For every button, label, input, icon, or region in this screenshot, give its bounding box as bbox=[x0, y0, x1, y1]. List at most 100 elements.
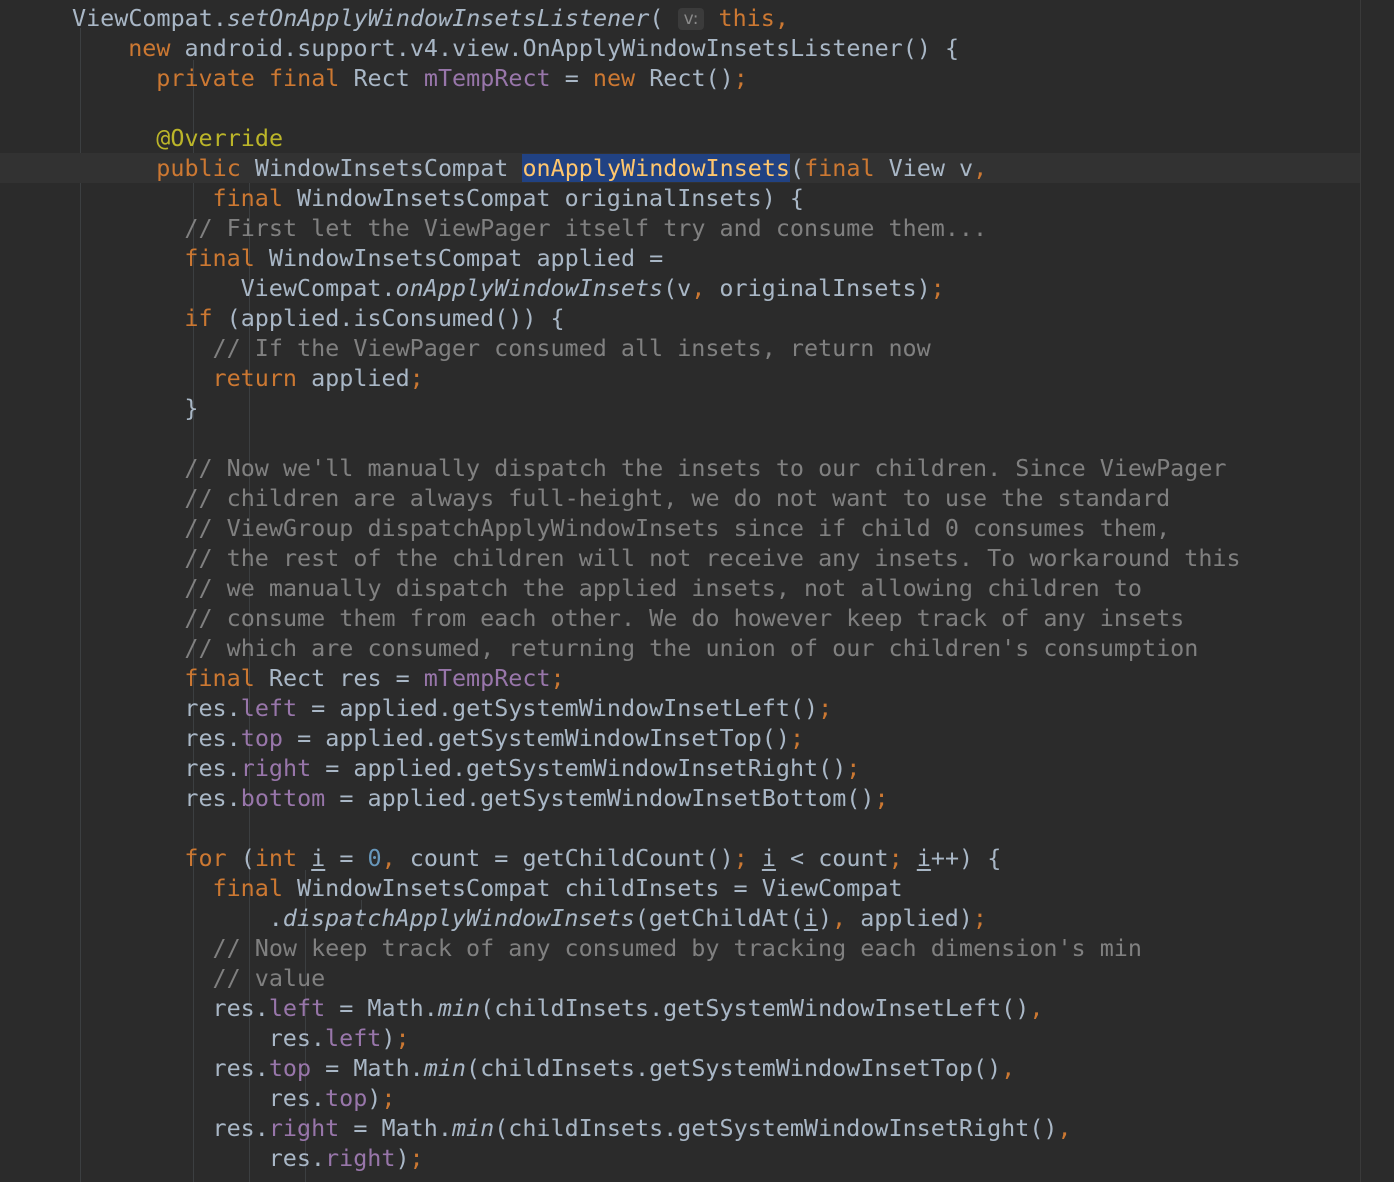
code-token[interactable]: res. bbox=[269, 1144, 325, 1172]
code-token[interactable]: = Math. bbox=[311, 1054, 424, 1082]
code-line-current[interactable]: public WindowInsetsCompat onApplyWindowI… bbox=[0, 153, 1360, 183]
comment-token[interactable]: // Now we'll manually dispatch the inset… bbox=[184, 454, 1226, 482]
code-line[interactable]: // Now we'll manually dispatch the inset… bbox=[72, 453, 1226, 483]
code-line[interactable]: final Rect res = mTempRect; bbox=[72, 663, 565, 693]
code-line[interactable]: // value bbox=[72, 963, 326, 993]
keyword-token[interactable]: this, bbox=[719, 4, 789, 32]
keyword-token[interactable]: ; bbox=[410, 364, 424, 392]
keyword-token[interactable]: , bbox=[973, 154, 987, 182]
keyword-token[interactable]: for bbox=[184, 844, 240, 872]
code-token[interactable]: = Math. bbox=[325, 994, 438, 1022]
code-token[interactable]: res. bbox=[213, 1054, 269, 1082]
code-token[interactable]: = bbox=[325, 844, 367, 872]
code-line[interactable]: .dispatchApplyWindowInsets(getChildAt(i)… bbox=[72, 903, 987, 933]
code-token[interactable]: (childInsets.getSystemWindowInsetRight() bbox=[494, 1114, 1057, 1142]
comment-token[interactable]: // which are consumed, returning the uni… bbox=[184, 634, 1198, 662]
keyword-token[interactable]: private final bbox=[156, 64, 353, 92]
code-line[interactable]: // consume them from each other. We do h… bbox=[72, 603, 1184, 633]
field-token[interactable]: mTempRect bbox=[424, 664, 551, 692]
comment-token[interactable]: // If the ViewPager consumed all insets,… bbox=[213, 334, 931, 362]
code-token[interactable]: = Math. bbox=[339, 1114, 452, 1142]
code-token[interactable]: count = getChildCount() bbox=[410, 844, 734, 872]
comment-token[interactable]: // we manually dispatch the applied inse… bbox=[184, 574, 1142, 602]
code-line[interactable]: @Override bbox=[72, 123, 283, 153]
code-token[interactable]: Rect bbox=[353, 64, 423, 92]
code-line[interactable]: final WindowInsetsCompat originalInsets)… bbox=[72, 183, 804, 213]
code-token[interactable]: res. bbox=[213, 1114, 269, 1142]
keyword-token[interactable]: ; bbox=[734, 64, 748, 92]
field-token[interactable]: mTempRect bbox=[424, 64, 551, 92]
code-line[interactable]: if (applied.isConsumed()) { bbox=[72, 303, 564, 333]
keyword-token[interactable]: ; bbox=[395, 1024, 409, 1052]
code-line[interactable]: res.right = applied.getSystemWindowInset… bbox=[72, 753, 860, 783]
field-token[interactable]: left bbox=[269, 994, 325, 1022]
field-token[interactable]: top bbox=[325, 1084, 367, 1112]
keyword-token[interactable]: , bbox=[1029, 994, 1043, 1022]
code-line[interactable]: } bbox=[72, 393, 198, 423]
keyword-token[interactable]: ; bbox=[973, 904, 987, 932]
keyword-token[interactable]: ; bbox=[790, 724, 804, 752]
code-line[interactable]: res.bottom = applied.getSystemWindowInse… bbox=[72, 783, 888, 813]
keyword-token[interactable]: new bbox=[593, 64, 649, 92]
keyword-token[interactable]: ; bbox=[818, 694, 832, 722]
static-method-token[interactable]: onApplyWindowInsets bbox=[396, 274, 664, 302]
code-token[interactable]: originalInsets) bbox=[719, 274, 930, 302]
number-literal[interactable]: 0 bbox=[368, 844, 382, 872]
code-editor[interactable]: ViewCompat.setOnApplyWindowInsetsListene… bbox=[0, 0, 1394, 1182]
comment-token[interactable]: // value bbox=[213, 964, 326, 992]
code-line[interactable]: private final Rect mTempRect = new Rect(… bbox=[72, 63, 748, 93]
selected-identifier[interactable]: onApplyWindowInsets bbox=[522, 154, 791, 182]
code-line[interactable]: // the rest of the children will not rec… bbox=[72, 543, 1240, 573]
code-token[interactable]: WindowInsetsCompat childInsets = ViewCom… bbox=[297, 874, 903, 902]
code-token[interactable]: View v bbox=[889, 154, 974, 182]
code-line[interactable]: res.top = applied.getSystemWindowInsetTo… bbox=[72, 723, 804, 753]
keyword-token[interactable]: ; bbox=[889, 844, 917, 872]
field-token[interactable]: top bbox=[269, 1054, 311, 1082]
reassigned-variable-token[interactable]: i bbox=[762, 844, 776, 872]
keyword-token[interactable]: return bbox=[213, 364, 312, 392]
code-line[interactable]: res.left); bbox=[72, 1023, 410, 1053]
code-token[interactable]: WindowInsetsCompat originalInsets) { bbox=[297, 184, 804, 212]
code-token[interactable]: (childInsets.getSystemWindowInsetTop() bbox=[466, 1054, 1001, 1082]
keyword-token[interactable]: final bbox=[184, 244, 269, 272]
code-token[interactable]: android.support.v4.view.OnApplyWindowIns… bbox=[185, 34, 960, 62]
code-token[interactable]: (getChildAt( bbox=[635, 904, 804, 932]
reassigned-variable-token[interactable]: i bbox=[804, 904, 818, 932]
code-line[interactable]: // we manually dispatch the applied inse… bbox=[72, 573, 1142, 603]
code-line[interactable]: // Now keep track of any consumed by tra… bbox=[72, 933, 1142, 963]
code-line[interactable]: final WindowInsetsCompat applied = bbox=[72, 243, 663, 273]
code-token[interactable]: applied) bbox=[860, 904, 973, 932]
keyword-token[interactable]: ; bbox=[381, 1084, 395, 1112]
code-line[interactable]: // children are always full-height, we d… bbox=[72, 483, 1170, 513]
code-token[interactable]: WindowInsetsCompat bbox=[255, 154, 523, 182]
code-token[interactable]: res. bbox=[184, 694, 240, 722]
code-line[interactable]: return applied; bbox=[72, 363, 424, 393]
code-token[interactable]: res. bbox=[184, 754, 240, 782]
code-line[interactable]: final WindowInsetsCompat childInsets = V… bbox=[72, 873, 903, 903]
code-line[interactable]: res.left = applied.getSystemWindowInsetL… bbox=[72, 693, 832, 723]
keyword-token[interactable]: public bbox=[156, 154, 255, 182]
static-method-token[interactable]: min bbox=[424, 1054, 466, 1082]
code-token[interactable]: } bbox=[184, 394, 198, 422]
code-token[interactable]: = applied.getSystemWindowInsetBottom() bbox=[325, 784, 874, 812]
code-token[interactable]: WindowInsetsCompat applied = bbox=[269, 244, 663, 272]
comment-token[interactable]: // ViewGroup dispatchApplyWindowInsets s… bbox=[184, 514, 1170, 542]
code-token[interactable]: ( bbox=[649, 4, 677, 32]
code-line[interactable]: res.left = Math.min(childInsets.getSyste… bbox=[72, 993, 1044, 1023]
code-token[interactable]: res. bbox=[269, 1084, 325, 1112]
code-token[interactable]: < count bbox=[776, 844, 889, 872]
code-token[interactable]: res. bbox=[213, 994, 269, 1022]
code-token[interactable]: = bbox=[551, 64, 593, 92]
code-line[interactable]: res.right); bbox=[72, 1143, 424, 1173]
code-line[interactable]: ViewCompat.onApplyWindowInsets(v, origin… bbox=[72, 273, 945, 303]
keyword-token[interactable]: ; bbox=[551, 664, 565, 692]
static-method-token[interactable]: min bbox=[452, 1114, 494, 1142]
code-token[interactable]: ) bbox=[395, 1144, 409, 1172]
keyword-token[interactable]: ; bbox=[874, 784, 888, 812]
keyword-token[interactable]: , bbox=[691, 274, 719, 302]
code-line[interactable]: res.top); bbox=[72, 1083, 396, 1113]
code-token[interactable]: Rect() bbox=[649, 64, 734, 92]
code-token[interactable]: ) bbox=[367, 1084, 381, 1112]
comment-token[interactable]: // Now keep track of any consumed by tra… bbox=[213, 934, 1142, 962]
comment-token[interactable]: // consume them from each other. We do h… bbox=[184, 604, 1184, 632]
